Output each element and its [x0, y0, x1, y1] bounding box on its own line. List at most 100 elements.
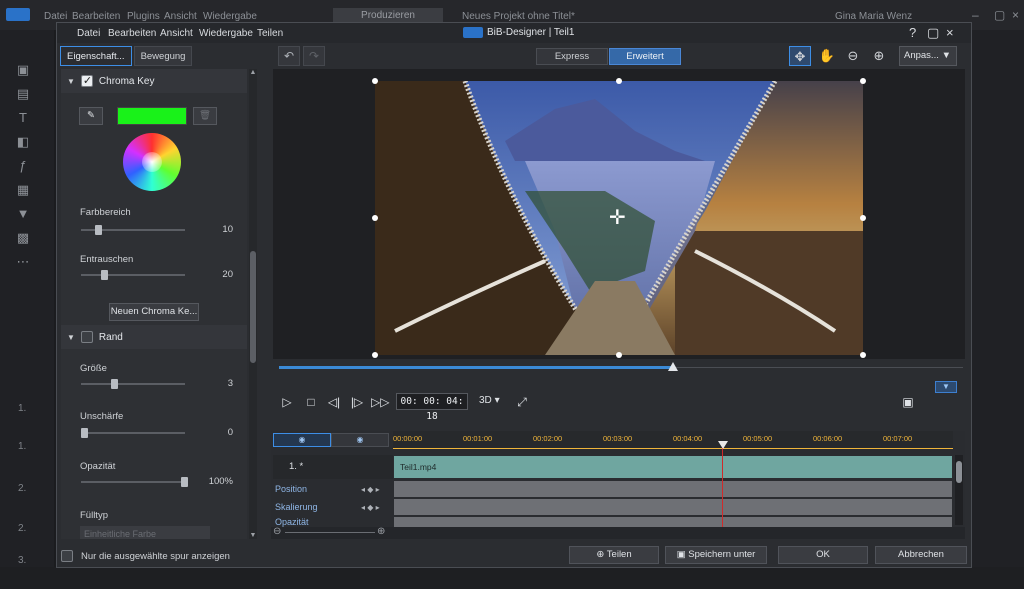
- bg-menu-wiedergabe[interactable]: Wiedergabe: [203, 11, 257, 22]
- move-tool-button[interactable]: ✥: [789, 46, 811, 66]
- border-checkbox[interactable]: [80, 331, 93, 343]
- ok-button[interactable]: OK: [778, 546, 868, 564]
- undo-button[interactable]: ↶: [278, 46, 300, 66]
- tab-motion[interactable]: Bewegung: [133, 46, 193, 66]
- 3d-toggle[interactable]: 3D ▾: [479, 395, 500, 406]
- timeline-ruler[interactable]: 00:00:00 00:01:00 00:02:00 00:03:00 00:0…: [393, 431, 953, 449]
- resize-handle-bl[interactable]: [372, 352, 378, 358]
- timeline-tab-track[interactable]: ◉: [273, 433, 331, 447]
- properties-scroll-thumb[interactable]: [250, 251, 256, 363]
- playhead-marker[interactable]: [718, 441, 728, 449]
- zoom-in-button[interactable]: ⊕: [868, 46, 890, 66]
- prev-frame-button[interactable]: ◁|: [325, 393, 343, 411]
- timeline-zoom-slider[interactable]: [285, 532, 375, 533]
- properties-scrollbar[interactable]: ▲ ▼: [249, 69, 257, 539]
- keyframe-row-opacity[interactable]: Opazität: [273, 517, 393, 527]
- save-as-button[interactable]: ▣ Speichern unter: [665, 546, 767, 564]
- fullscreen-button[interactable]: ⤢: [513, 393, 531, 411]
- cancel-button[interactable]: Abbrechen: [875, 546, 967, 564]
- resize-handle-tl[interactable]: [372, 78, 378, 84]
- color-range-knob[interactable]: [95, 225, 102, 235]
- chroma-key-checkbox[interactable]: [80, 74, 93, 87]
- user-name[interactable]: Gina Maria Wenz: [835, 11, 912, 22]
- help-icon[interactable]: ?: [909, 25, 916, 40]
- dialog-menu-bearbeiten[interactable]: Bearbeiten: [108, 28, 156, 39]
- delete-color-button[interactable]: 🗑: [193, 107, 217, 125]
- title-icon[interactable]: T: [15, 110, 31, 126]
- next-frame-button[interactable]: |▷: [348, 393, 366, 411]
- minimize-icon[interactable]: –: [972, 8, 979, 22]
- video-clip[interactable]: Teil1.mp4: [394, 456, 952, 478]
- blur-knob[interactable]: [81, 428, 88, 438]
- color-wheel[interactable]: [123, 133, 181, 191]
- timeline-zoom-bar[interactable]: ⊖ ⊕: [271, 526, 965, 539]
- transition-icon[interactable]: ◧: [15, 134, 31, 150]
- collapse-icon[interactable]: ▼: [67, 77, 75, 86]
- noise-knob[interactable]: [101, 270, 108, 280]
- scroll-up-icon[interactable]: ▲: [249, 69, 257, 76]
- timeline-scroll-thumb[interactable]: [956, 461, 962, 483]
- play-button[interactable]: ▷: [278, 393, 296, 411]
- maximize-icon[interactable]: ▢: [994, 8, 1005, 22]
- particle-icon[interactable]: ▼: [15, 206, 31, 222]
- mode-express[interactable]: Express: [536, 48, 608, 65]
- pip-icon[interactable]: ▦: [15, 182, 31, 198]
- playback-progress-remaining[interactable]: [673, 367, 963, 368]
- more-icon[interactable]: ⋯: [15, 254, 31, 270]
- timeline-vertical-scrollbar[interactable]: [955, 455, 963, 525]
- subtitle-icon[interactable]: ▩: [15, 230, 31, 246]
- chroma-key-header[interactable]: ▼ Chroma Key: [61, 69, 247, 93]
- mode-advanced[interactable]: Erweitert: [609, 48, 681, 65]
- scroll-down-icon[interactable]: ▼: [249, 532, 257, 539]
- keyframe-nav-icon[interactable]: ◂ ◆ ▸: [361, 499, 380, 516]
- stop-button[interactable]: □: [302, 393, 320, 411]
- fx-icon[interactable]: ƒ: [15, 158, 31, 174]
- collapse-icon[interactable]: ▼: [67, 333, 75, 342]
- dialog-menu-ansicht[interactable]: Ansicht: [160, 28, 193, 39]
- effects-icon[interactable]: ▤: [15, 86, 31, 102]
- tab-properties[interactable]: Eigenschaft...: [60, 46, 132, 66]
- zoom-in-icon[interactable]: ⊕: [377, 526, 385, 537]
- keyframe-lane[interactable]: [394, 481, 952, 497]
- dialog-menu-teilen[interactable]: Teilen: [257, 28, 283, 39]
- blur-slider[interactable]: [81, 428, 185, 438]
- zoom-out-button[interactable]: ⊖: [842, 46, 864, 66]
- playback-progress[interactable]: [279, 366, 673, 369]
- zoom-select[interactable]: Anpas... ▼: [899, 46, 957, 66]
- keyframe-row-scale[interactable]: Skalierung ◂ ◆ ▸: [273, 499, 393, 516]
- fast-forward-button[interactable]: ▷▷: [371, 393, 389, 411]
- zoom-out-icon[interactable]: ⊖: [273, 526, 281, 537]
- resize-handle-br[interactable]: [860, 352, 866, 358]
- playback-position-knob[interactable]: [668, 362, 678, 371]
- hand-tool-button[interactable]: ✋: [816, 46, 838, 66]
- resize-handle-l[interactable]: [372, 215, 378, 221]
- opacity-knob[interactable]: [181, 477, 188, 487]
- size-knob[interactable]: [111, 379, 118, 389]
- only-selected-track-checkbox[interactable]: [61, 550, 73, 562]
- dialog-close-icon[interactable]: ×: [946, 25, 954, 40]
- bg-menu-datei[interactable]: Datei: [44, 11, 67, 22]
- new-chroma-key-button[interactable]: Neuen Chroma Ke...: [109, 303, 199, 321]
- fill-type-select[interactable]: Einheitliche Farbe: [80, 526, 210, 539]
- redo-button[interactable]: ↷: [303, 46, 325, 66]
- timeline-tab-keyframe[interactable]: ◉: [331, 433, 389, 447]
- keyframe-nav-icon[interactable]: ◂ ◆ ▸: [361, 481, 380, 498]
- close-icon[interactable]: ×: [1012, 8, 1019, 22]
- key-color-swatch[interactable]: [117, 107, 187, 125]
- resize-handle-r[interactable]: [860, 215, 866, 221]
- resize-handle-t[interactable]: [616, 78, 622, 84]
- safe-zone-button[interactable]: ▣: [899, 393, 917, 411]
- timecode-display[interactable]: 00: 00: 04: 18: [396, 393, 468, 422]
- bg-menu-plugins[interactable]: Plugins: [127, 11, 160, 22]
- dialog-maximize-icon[interactable]: ▢: [927, 25, 939, 41]
- opacity-slider[interactable]: [81, 477, 188, 487]
- media-room-icon[interactable]: ▣: [15, 62, 31, 78]
- keyframe-lane[interactable]: [394, 499, 952, 515]
- keyframe-lane[interactable]: [394, 517, 952, 527]
- size-slider[interactable]: [81, 379, 185, 389]
- keyframe-row-position[interactable]: Position ◂ ◆ ▸: [273, 481, 393, 498]
- share-button[interactable]: ⊕ Teilen: [569, 546, 659, 564]
- bg-menu-bearbeiten[interactable]: Bearbeiten: [72, 11, 120, 22]
- resize-handle-b[interactable]: [616, 352, 622, 358]
- timeline-playhead[interactable]: [722, 441, 723, 539]
